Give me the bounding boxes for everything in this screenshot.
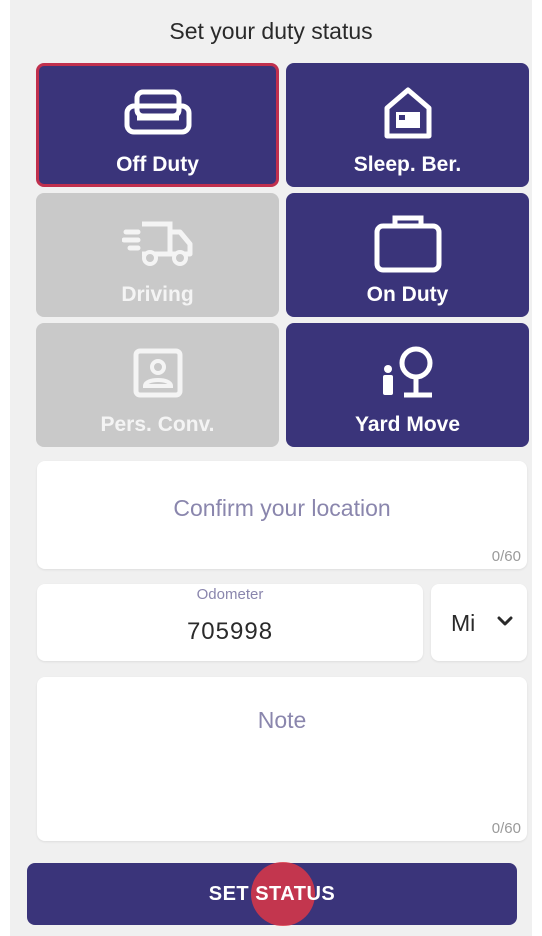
briefcase-icon xyxy=(371,213,445,273)
set-status-button[interactable]: SET STATUS xyxy=(27,863,517,925)
status-label: Yard Move xyxy=(354,413,461,436)
sofa-icon xyxy=(121,83,195,143)
status-sleeper-berth-button[interactable]: Sleep. Ber. xyxy=(286,63,529,187)
location-placeholder: Confirm your location xyxy=(173,495,391,521)
note-placeholder: Note xyxy=(257,707,307,733)
note-input[interactable]: Note 0/60 xyxy=(37,677,527,841)
duty-status-panel: Set your duty status Off Duty Sleep. Ber… xyxy=(10,0,532,936)
status-label: On Duty xyxy=(366,283,449,306)
status-label: Driving xyxy=(121,283,194,306)
odometer-label: Odometer xyxy=(196,586,264,603)
odometer-unit-select[interactable]: Mi xyxy=(431,584,527,661)
status-yard-move-button[interactable]: Yard Move xyxy=(286,323,529,447)
status-label: Pers. Conv. xyxy=(100,413,215,436)
status-label: Sleep. Ber. xyxy=(353,153,462,176)
status-personal-conveyance-button[interactable]: Pers. Conv. xyxy=(36,323,279,447)
odometer-value: 705998 xyxy=(186,618,274,645)
odometer-field[interactable]: Odometer 705998 xyxy=(37,584,423,661)
page-title: Set your duty status xyxy=(169,18,373,44)
person-portrait-icon xyxy=(121,343,195,403)
truck-icon xyxy=(121,213,195,273)
unit-value: Mi xyxy=(451,610,476,636)
status-off-duty-button[interactable]: Off Duty xyxy=(36,63,279,187)
note-char-counter: 0/60 xyxy=(491,820,521,837)
status-label: Off Duty xyxy=(116,153,199,176)
status-driving-button[interactable]: Driving xyxy=(36,193,279,317)
yard-tree-icon xyxy=(371,343,445,403)
status-on-duty-button[interactable]: On Duty xyxy=(286,193,529,317)
location-char-counter: 0/60 xyxy=(491,548,521,565)
chevron-down-icon xyxy=(497,614,513,632)
location-input[interactable]: Confirm your location 0/60 xyxy=(37,461,527,569)
sleeper-berth-icon xyxy=(371,83,445,143)
set-status-label: SET STATUS xyxy=(208,882,336,905)
